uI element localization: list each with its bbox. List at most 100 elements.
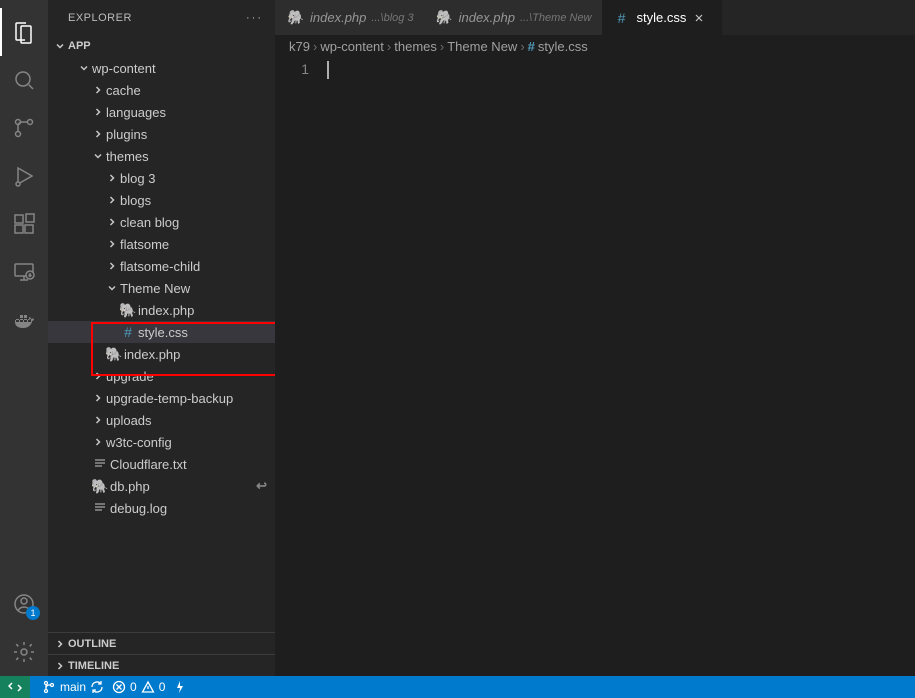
chevron-down-icon — [76, 62, 92, 74]
chevron-right-icon — [104, 238, 120, 250]
tree-label: db.php — [110, 479, 150, 494]
tab[interactable]: # style.css — [602, 0, 722, 35]
tab-path: ...\blog 3 — [371, 12, 413, 24]
tree-folder[interactable]: upgrade-temp-backup — [48, 387, 275, 409]
breadcrumbs[interactable]: k79 › wp-content › themes › Theme New › … — [275, 35, 915, 57]
chevron-right-icon — [90, 436, 106, 448]
tree-label: plugins — [106, 127, 147, 142]
tabs-bar: 🐘 index.php ...\blog 3 🐘 index.php ...\T… — [275, 0, 915, 35]
editor-area: 🐘 index.php ...\blog 3 🐘 index.php ...\T… — [275, 0, 915, 676]
activity-bar: 1 — [0, 0, 48, 676]
live-server-icon[interactable] — [173, 680, 187, 694]
tab[interactable]: 🐘 index.php ...\Theme New — [424, 0, 602, 35]
tree-folder[interactable]: blog 3 — [48, 167, 275, 189]
text-cursor — [327, 61, 329, 79]
breadcrumb-item[interactable]: themes — [394, 39, 437, 54]
tab[interactable]: 🐘 index.php ...\blog 3 — [275, 0, 424, 35]
tree-file[interactable]: 🐘 db.php ↩ — [48, 475, 275, 497]
sidebar: EXPLORER ··· APP wp-content cache langua… — [48, 0, 275, 676]
chevron-right-icon — [90, 392, 106, 404]
tree-file[interactable]: Cloudflare.txt — [48, 453, 275, 475]
tree-folder[interactable]: plugins — [48, 123, 275, 145]
tree-folder[interactable]: w3tc-config — [48, 431, 275, 453]
tree-label: Cloudflare.txt — [110, 457, 187, 472]
tree-folder[interactable]: clean blog — [48, 211, 275, 233]
chevron-right-icon — [90, 128, 106, 140]
css-file-icon: # — [118, 324, 138, 340]
php-file-icon: 🐘 — [285, 9, 305, 26]
tree-label: themes — [106, 149, 149, 164]
tree-file[interactable]: # style.css — [48, 321, 275, 343]
tree-label: index.php — [138, 303, 194, 318]
source-control-icon[interactable] — [0, 104, 48, 152]
tree-file[interactable]: 🐘 index.php — [48, 299, 275, 321]
tree-folder[interactable]: blogs — [48, 189, 275, 211]
extensions-icon[interactable] — [0, 200, 48, 248]
tree-label: cache — [106, 83, 141, 98]
chevron-right-icon — [104, 260, 120, 272]
tree-file[interactable]: debug.log — [48, 497, 275, 519]
chevron-down-icon — [104, 282, 120, 294]
breadcrumb-item[interactable]: k79 — [289, 39, 310, 54]
breadcrumb-item[interactable]: wp-content — [320, 39, 384, 54]
tree-label: index.php — [124, 347, 180, 362]
text-file-icon — [90, 457, 110, 471]
tree-folder[interactable]: upgrade — [48, 365, 275, 387]
sidebar-root-section[interactable]: APP — [48, 35, 275, 57]
explorer-icon[interactable] — [0, 8, 48, 56]
line-gutter: 1 — [275, 57, 325, 676]
breadcrumb-item[interactable]: style.css — [538, 39, 588, 54]
close-icon[interactable] — [691, 10, 707, 26]
code-area[interactable] — [325, 57, 915, 676]
remote-explorer-icon[interactable] — [0, 248, 48, 296]
tree-file[interactable]: 🐘 index.php — [48, 343, 275, 365]
chevron-down-icon — [90, 150, 106, 162]
sync-icon — [90, 680, 104, 694]
docker-icon[interactable] — [0, 296, 48, 344]
chevron-right-icon — [90, 84, 106, 96]
statusbar: main 0 0 — [0, 676, 915, 698]
warning-count: 0 — [159, 680, 166, 694]
breadcrumb-item[interactable]: Theme New — [447, 39, 517, 54]
file-tree: wp-content cache languages plugins theme… — [48, 57, 275, 632]
tree-folder[interactable]: uploads — [48, 409, 275, 431]
css-file-icon: # — [612, 10, 632, 26]
tree-folder[interactable]: languages — [48, 101, 275, 123]
php-file-icon: 🐘 — [104, 346, 124, 363]
account-icon[interactable]: 1 — [0, 580, 48, 628]
chevron-right-icon — [90, 106, 106, 118]
chevron-right-icon — [52, 660, 68, 672]
editor-body[interactable]: 1 — [275, 57, 915, 676]
git-branch[interactable]: main — [42, 680, 104, 694]
remote-indicator[interactable] — [0, 676, 30, 698]
tree-folder[interactable]: Theme New — [48, 277, 275, 299]
chevron-right-icon — [104, 194, 120, 206]
search-icon[interactable] — [0, 56, 48, 104]
problems-indicator[interactable]: 0 0 — [112, 680, 165, 694]
chevron-right-icon: › — [440, 39, 444, 54]
run-debug-icon[interactable] — [0, 152, 48, 200]
tree-folder[interactable]: cache — [48, 79, 275, 101]
timeline-section[interactable]: TIMELINE — [48, 654, 275, 676]
tree-folder[interactable]: flatsome — [48, 233, 275, 255]
chevron-right-icon — [90, 414, 106, 426]
text-file-icon — [90, 501, 110, 515]
outline-section[interactable]: OUTLINE — [48, 632, 275, 654]
tree-label: w3tc-config — [106, 435, 172, 450]
tree-label: flatsome-child — [120, 259, 200, 274]
tree-folder[interactable]: wp-content — [48, 57, 275, 79]
chevron-right-icon: › — [313, 39, 317, 54]
chevron-right-icon: › — [520, 39, 524, 54]
chevron-right-icon — [52, 638, 68, 650]
tree-label: upgrade-temp-backup — [106, 391, 233, 406]
tree-folder[interactable]: themes — [48, 145, 275, 167]
tree-label: uploads — [106, 413, 152, 428]
sidebar-root-label: APP — [68, 40, 91, 52]
settings-gear-icon[interactable] — [0, 628, 48, 676]
tree-label: flatsome — [120, 237, 169, 252]
more-icon[interactable]: ··· — [246, 12, 263, 24]
tree-folder[interactable]: flatsome-child — [48, 255, 275, 277]
account-badge: 1 — [26, 606, 40, 620]
chevron-right-icon: › — [387, 39, 391, 54]
error-count: 0 — [130, 680, 137, 694]
